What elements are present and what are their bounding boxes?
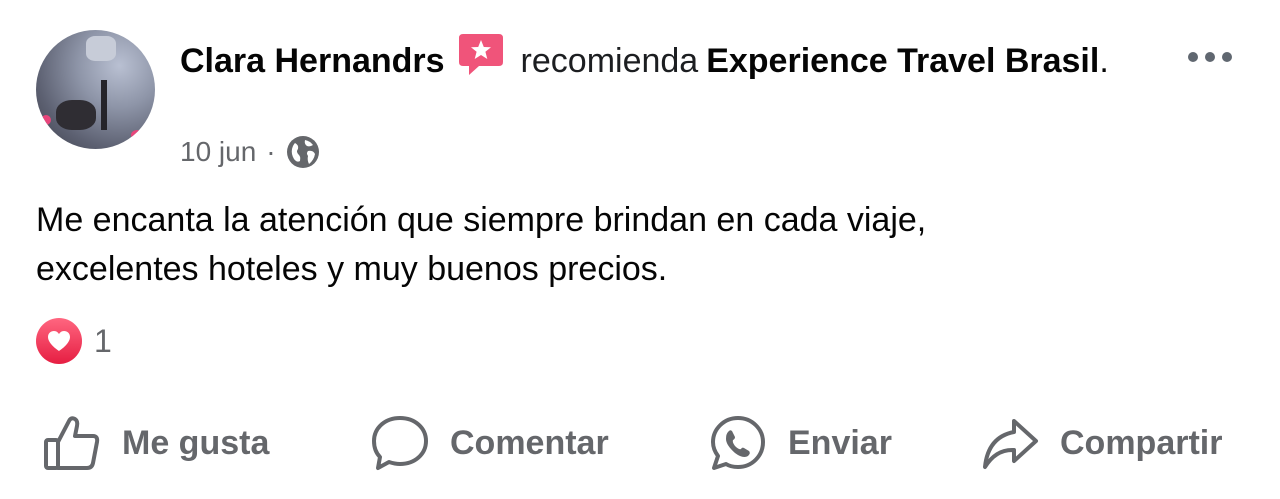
post-actions-bar: Me gusta Comentar Enviar Compartir bbox=[0, 408, 1280, 478]
send-label: Enviar bbox=[788, 423, 892, 462]
more-options-button[interactable] bbox=[1188, 52, 1232, 62]
more-dot bbox=[1188, 52, 1198, 62]
comment-button[interactable]: Comentar bbox=[370, 408, 609, 478]
like-button[interactable]: Me gusta bbox=[42, 408, 269, 478]
like-label: Me gusta bbox=[122, 423, 270, 462]
whatsapp-icon bbox=[711, 416, 765, 470]
recommend-verb: recomienda bbox=[520, 42, 699, 80]
globe-icon bbox=[286, 136, 319, 168]
post-date[interactable]: 10 jun bbox=[180, 136, 256, 168]
author-name[interactable]: Clara Hernandrs bbox=[180, 42, 445, 80]
page-name-suffix: . bbox=[1099, 42, 1109, 80]
comment-bubble-icon bbox=[372, 416, 428, 470]
meta-separator: · bbox=[266, 136, 276, 167]
comment-label: Comentar bbox=[450, 423, 609, 462]
recommend-star-icon bbox=[458, 34, 503, 75]
share-label: Compartir bbox=[1060, 423, 1223, 462]
reaction-count: 1 bbox=[94, 322, 112, 359]
author-avatar[interactable] bbox=[36, 30, 155, 149]
send-button[interactable]: Enviar bbox=[708, 408, 892, 478]
post-text-line: excelentes hoteles y muy buenos precios. bbox=[36, 250, 668, 288]
more-dot bbox=[1222, 52, 1232, 62]
share-button[interactable]: Compartir bbox=[980, 408, 1222, 478]
page-name-link[interactable]: Experience Travel Brasil bbox=[706, 42, 1099, 80]
share-arrow-icon bbox=[983, 419, 1038, 469]
post-body: Me encanta la atención que siempre brind… bbox=[36, 196, 1236, 294]
post-header: Clara Hernandrs recomienda Experience Tra… bbox=[180, 30, 1160, 82]
thumbs-up-icon bbox=[44, 416, 100, 470]
post-meta: 10 jun · bbox=[180, 135, 320, 169]
post-text-line: Me encanta la atención que siempre brind… bbox=[36, 201, 927, 239]
reactions-summary[interactable]: 1 bbox=[36, 318, 112, 364]
more-dot bbox=[1205, 52, 1215, 62]
heart-icon bbox=[36, 318, 82, 364]
